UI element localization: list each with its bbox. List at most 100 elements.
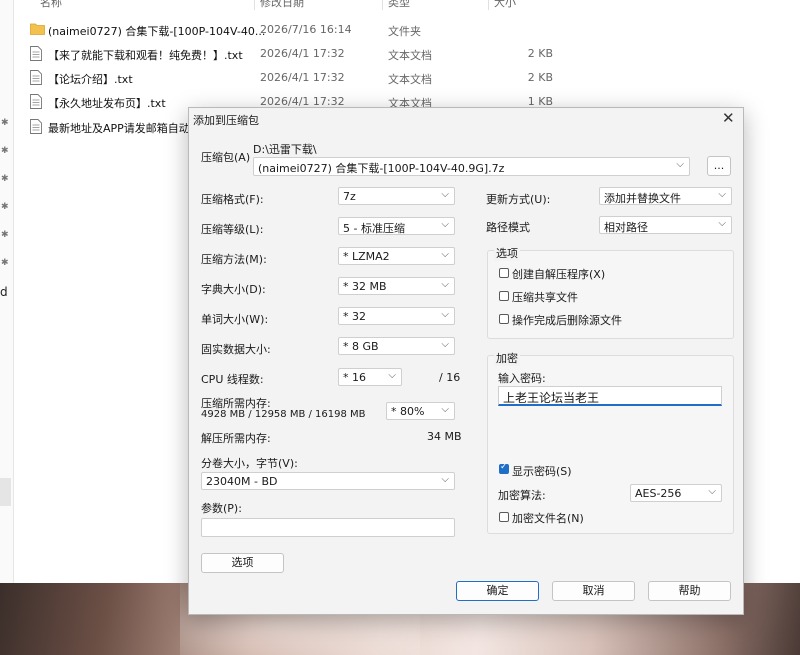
browse-button[interactable]: ... [707, 156, 731, 176]
path-mode-dropdown[interactable]: 相对路径 ⌵ [599, 216, 732, 234]
column-divider[interactable] [254, 0, 255, 10]
path-mode-value: 相对路径 [604, 221, 648, 234]
archive-name-combobox[interactable]: (naimei0727) 合集下载-[100P-104V-40.9G].7z ⌵ [253, 157, 690, 176]
folder-icon [30, 23, 45, 35]
file-name: 【永久地址发布页】.txt [48, 97, 166, 110]
encrypt-names-label[interactable]: 加密文件名(N) [512, 510, 584, 526]
file-type: 文件夹 [388, 25, 421, 38]
pin-icon: ✱ [1, 174, 9, 184]
split-size-label: 分卷大小，字节(V): [201, 457, 298, 470]
dialog-title: 添加到压缩包 [193, 114, 259, 127]
archive-label: 压缩包(A) [201, 151, 251, 164]
cpu-threads-label: CPU 线程数: [201, 373, 264, 386]
level-label: 压缩等级(L): [201, 223, 264, 236]
column-divider[interactable] [382, 0, 383, 10]
pin-icon: ✱ [1, 230, 9, 240]
format-dropdown[interactable]: 7z ⌵ [338, 187, 455, 205]
solid-block-label: 固实数据大小: [201, 343, 271, 356]
sfx-label[interactable]: 创建自解压程序(X) [512, 266, 605, 282]
encryption-group-title: 加密 [494, 350, 520, 366]
cpu-threads-dropdown[interactable]: * 16 ⌵ [338, 368, 402, 386]
chevron-down-icon: ⌵ [441, 219, 449, 230]
compression-level-dropdown[interactable]: 5 - 标准压缩 ⌵ [338, 217, 455, 235]
encryption-method-dropdown[interactable]: AES-256 ⌵ [630, 484, 722, 502]
cpu-threads-total: / 16 [439, 371, 461, 384]
close-icon[interactable]: ✕ [722, 109, 735, 127]
file-row[interactable]: (naimei0727) 合集下载-[100P-104V-40... 2026/… [28, 19, 568, 41]
memory-usage-dropdown[interactable]: * 80% ⌵ [386, 402, 455, 420]
update-mode-label: 更新方式(U): [486, 193, 551, 206]
dictionary-value: * 32 MB [343, 280, 387, 293]
column-header-type[interactable]: 类型 [388, 0, 410, 10]
pin-icon: ✱ [1, 202, 9, 212]
word-size-dropdown[interactable]: * 32 ⌵ [338, 307, 455, 325]
split-size-combobox[interactable]: 23040M - BD ⌵ [201, 472, 455, 490]
solid-block-dropdown[interactable]: * 8 GB ⌵ [338, 337, 455, 355]
solid-block-value: * 8 GB [343, 340, 379, 353]
dictionary-size-dropdown[interactable]: * 32 MB ⌵ [338, 277, 455, 295]
shared-files-checkbox[interactable] [499, 291, 509, 301]
file-date: 2026/7/16 16:14 [260, 23, 352, 36]
chevron-down-icon: ⌵ [441, 404, 449, 415]
chevron-down-icon: ⌵ [718, 189, 726, 200]
chevron-down-icon: ⌵ [441, 474, 449, 485]
method-label: 压缩方法(M): [201, 253, 267, 266]
pin-icon: ✱ [1, 258, 9, 268]
chevron-down-icon: ⌵ [718, 218, 726, 229]
chevron-down-icon: ⌵ [708, 486, 716, 497]
chevron-down-icon: ⌵ [441, 279, 449, 290]
options-group-title: 选项 [494, 245, 520, 261]
parameters-input[interactable] [201, 518, 455, 537]
file-size: 2 KB [527, 47, 553, 60]
file-name: 【论坛介绍】.txt [48, 73, 133, 86]
update-mode-dropdown[interactable]: 添加并替换文件 ⌵ [599, 187, 732, 205]
file-row[interactable]: 【论坛介绍】.txt 2026/4/1 17:32 文本文档 2 KB [28, 67, 568, 89]
chevron-down-icon: ⌵ [441, 189, 449, 200]
options-button[interactable]: 选项 [201, 553, 284, 573]
show-password-label[interactable]: 显示密码(S) [512, 463, 572, 479]
file-name: (naimei0727) 合集下载-[100P-104V-40... [48, 25, 266, 38]
method-value: * LZMA2 [343, 250, 390, 263]
file-size: 2 KB [527, 71, 553, 84]
password-input[interactable]: 上老王论坛当老王 [498, 386, 722, 406]
shared-files-label[interactable]: 压缩共享文件 [512, 289, 578, 305]
column-divider[interactable] [488, 0, 489, 10]
nav-item-label[interactable]: d [0, 285, 8, 299]
column-header-date[interactable]: 修改日期 [260, 0, 304, 10]
file-type: 文本文档 [388, 49, 432, 62]
split-size-value: 23040M - BD [206, 475, 278, 488]
file-name: 最新地址及APP请发邮箱自动 [48, 122, 190, 135]
password-value: 上老王论坛当老王 [503, 391, 600, 405]
column-header-name[interactable]: 名称 [40, 0, 62, 10]
nav-selected-item[interactable] [0, 478, 11, 506]
memory-decompress-label: 解压所需内存: [201, 432, 271, 445]
archive-path: D:\迅雷下载\ [253, 143, 317, 156]
chevron-down-icon: ⌵ [441, 249, 449, 260]
encrypt-names-checkbox[interactable] [499, 512, 509, 522]
navigation-pane: ✱ ✱ ✱ ✱ ✱ ✱ d [0, 0, 14, 583]
memory-percent-value: * 80% [391, 405, 425, 418]
text-file-icon [30, 119, 42, 134]
cancel-button[interactable]: 取消 [552, 581, 635, 601]
encryption-method-value: AES-256 [635, 487, 682, 500]
chevron-down-icon[interactable]: ⌵ [676, 159, 684, 170]
compression-method-dropdown[interactable]: * LZMA2 ⌵ [338, 247, 455, 265]
delete-after-label[interactable]: 操作完成后删除源文件 [512, 312, 622, 328]
memory-compress-detail: 4928 MB / 12958 MB / 16198 MB [201, 409, 366, 420]
cpu-threads-value: * 16 [343, 371, 366, 384]
ok-button[interactable]: 确定 [456, 581, 539, 601]
chevron-down-icon: ⌵ [441, 309, 449, 320]
file-type: 文本文档 [388, 73, 432, 86]
archive-name-value: (naimei0727) 合集下载-[100P-104V-40.9G].7z [258, 162, 505, 175]
password-label: 输入密码: [498, 372, 546, 385]
memory-decompress-value: 34 MB [427, 430, 462, 443]
file-date: 2026/4/1 17:32 [260, 47, 345, 60]
chevron-down-icon: ⌵ [441, 339, 449, 350]
show-password-checkbox[interactable] [499, 462, 509, 474]
file-row[interactable]: 【来了就能下载和观看！纯免费！】.txt 2026/4/1 17:32 文本文档… [28, 43, 568, 65]
path-mode-label: 路径模式 [486, 221, 530, 234]
delete-after-checkbox[interactable] [499, 314, 509, 324]
sfx-checkbox[interactable] [499, 268, 509, 278]
column-header-size[interactable]: 大小 [494, 0, 516, 10]
help-button[interactable]: 帮助 [648, 581, 731, 601]
